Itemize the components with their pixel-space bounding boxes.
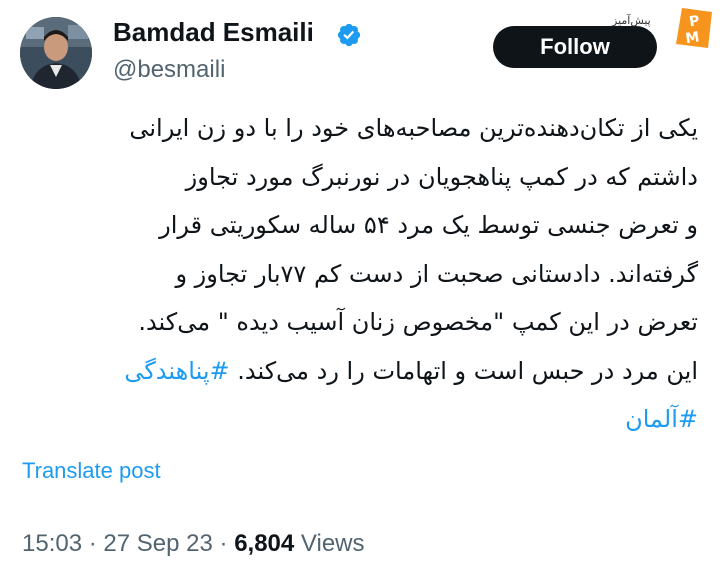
meta-separator: · bbox=[219, 530, 228, 557]
svg-text:M: M bbox=[685, 29, 701, 47]
tweet-meta: 15:03 · 27 Sep 23 · 6,804 Views bbox=[22, 530, 365, 558]
meta-separator: · bbox=[88, 530, 97, 557]
tweet-date[interactable]: 27 Sep 23 bbox=[103, 530, 212, 557]
avatar-photo bbox=[20, 17, 92, 89]
verified-badge-icon bbox=[337, 23, 361, 47]
hashtag-germany[interactable]: #آلمان bbox=[625, 405, 698, 433]
tweet-line: گرفته‌اند. دادستانی صحبت از دست کم ۷۷بار… bbox=[175, 259, 698, 288]
author-name[interactable]: Bamdad Esmaili bbox=[113, 17, 314, 48]
hashtag-refugees[interactable]: #پناهندگی bbox=[124, 357, 229, 385]
tweet-line: این مرد در حبس است و اتهامات را رد می‌کن… bbox=[22, 347, 698, 396]
tweet-line: و تعرض جنسی توسط یک مرد ۵۴ ساله سکوریتی … bbox=[159, 211, 698, 239]
tweet-text: یکی از تکان‌دهنده‌ترین مصاحبه‌های خود را… bbox=[22, 104, 698, 444]
tweet-line-text: این مرد در حبس است و اتهامات را رد می‌کن… bbox=[237, 356, 698, 385]
watermark-text: پیش‌آمیز bbox=[612, 14, 651, 27]
tweet-line: #آلمان bbox=[22, 395, 698, 444]
avatar[interactable] bbox=[20, 17, 92, 89]
watermark-logo-icon: P M bbox=[676, 8, 712, 48]
translate-post-link[interactable]: Translate post bbox=[22, 458, 161, 484]
author-handle[interactable]: @besmaili bbox=[113, 56, 225, 84]
tweet-line: یکی از تکان‌دهنده‌ترین مصاحبه‌های خود را… bbox=[129, 114, 698, 142]
follow-button[interactable]: Follow bbox=[493, 26, 657, 68]
tweet-time[interactable]: 15:03 bbox=[22, 530, 82, 557]
views-label: Views bbox=[300, 530, 365, 557]
tweet-line: تعرض در این کمپ "مخصوص زنان آسیب دیده " … bbox=[138, 308, 698, 336]
views-count[interactable]: 6,804 bbox=[234, 530, 294, 557]
tweet-line: داشتم که در کمپ پناهجویان در نورنبرگ مور… bbox=[185, 162, 698, 191]
